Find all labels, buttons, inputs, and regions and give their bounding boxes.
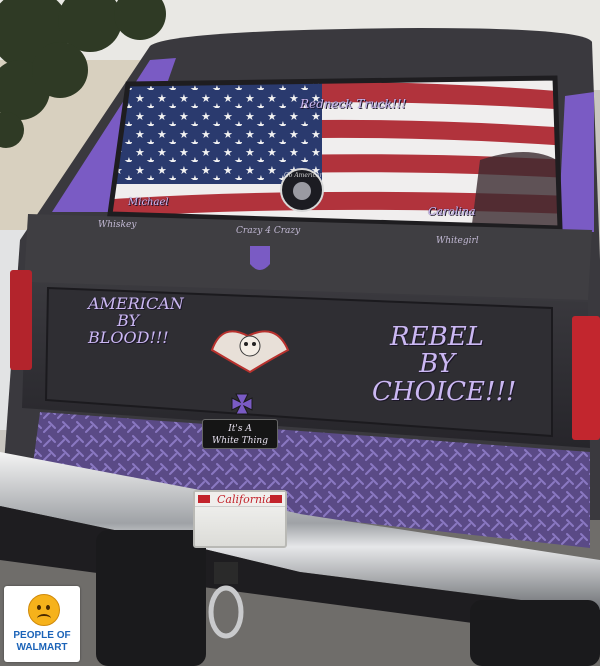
taillight-right <box>572 316 600 440</box>
slogan-right-line-3: CHOICE!!! <box>372 376 517 407</box>
badge-line-1: PEOPLE OF <box>13 630 71 641</box>
sad-face-icon <box>28 594 60 626</box>
window-text-right-name: Carolina <box>428 205 476 218</box>
tire-left <box>96 530 206 666</box>
sticker-line-1: It's A <box>228 424 252 434</box>
slogan-right-line-2: BY <box>419 349 455 380</box>
hitch-mount <box>214 562 238 584</box>
badge-line-2: WALMART <box>16 642 68 653</box>
slogan-american-by-blood: AMERICAN BY BLOOD!!! <box>88 295 184 347</box>
tailgate-label-center: Crazy 4 Crazy <box>236 226 301 236</box>
plate-frame: California <box>195 492 285 507</box>
dog-emblem <box>250 246 270 270</box>
slogan-left-line-3: BLOOD!!! <box>88 327 169 347</box>
plate-registration-tag-right <box>270 495 282 503</box>
window-text-left-name: Michael <box>128 197 169 208</box>
slogan-right-line-1: REBEL <box>390 322 484 352</box>
taillight-left <box>10 270 32 370</box>
people-of-walmart-badge: PEOPLE OF WALMART <box>4 586 80 662</box>
slogan-rebel-by-choice: REBEL BY CHOICE!!! <box>372 322 517 407</box>
tailgate-label-left: Whiskey <box>98 220 137 230</box>
tailgate-label-right: Whitegirl <box>436 236 479 246</box>
license-plate: California <box>193 490 287 548</box>
window-emblem-text: Go Americans <box>284 172 327 179</box>
plate-state-name: California <box>217 493 273 506</box>
sticker-line-2: White Thing <box>212 436 268 446</box>
badge-text: PEOPLE OF WALMART <box>4 630 80 654</box>
bumper-sticker: It's A White Thing <box>202 419 278 449</box>
tire-right <box>470 600 600 666</box>
plate-registration-tag-left <box>198 495 210 503</box>
window-emblem-inner <box>293 182 311 200</box>
window-text-top-right: Redneck Truck!!! <box>300 97 407 111</box>
